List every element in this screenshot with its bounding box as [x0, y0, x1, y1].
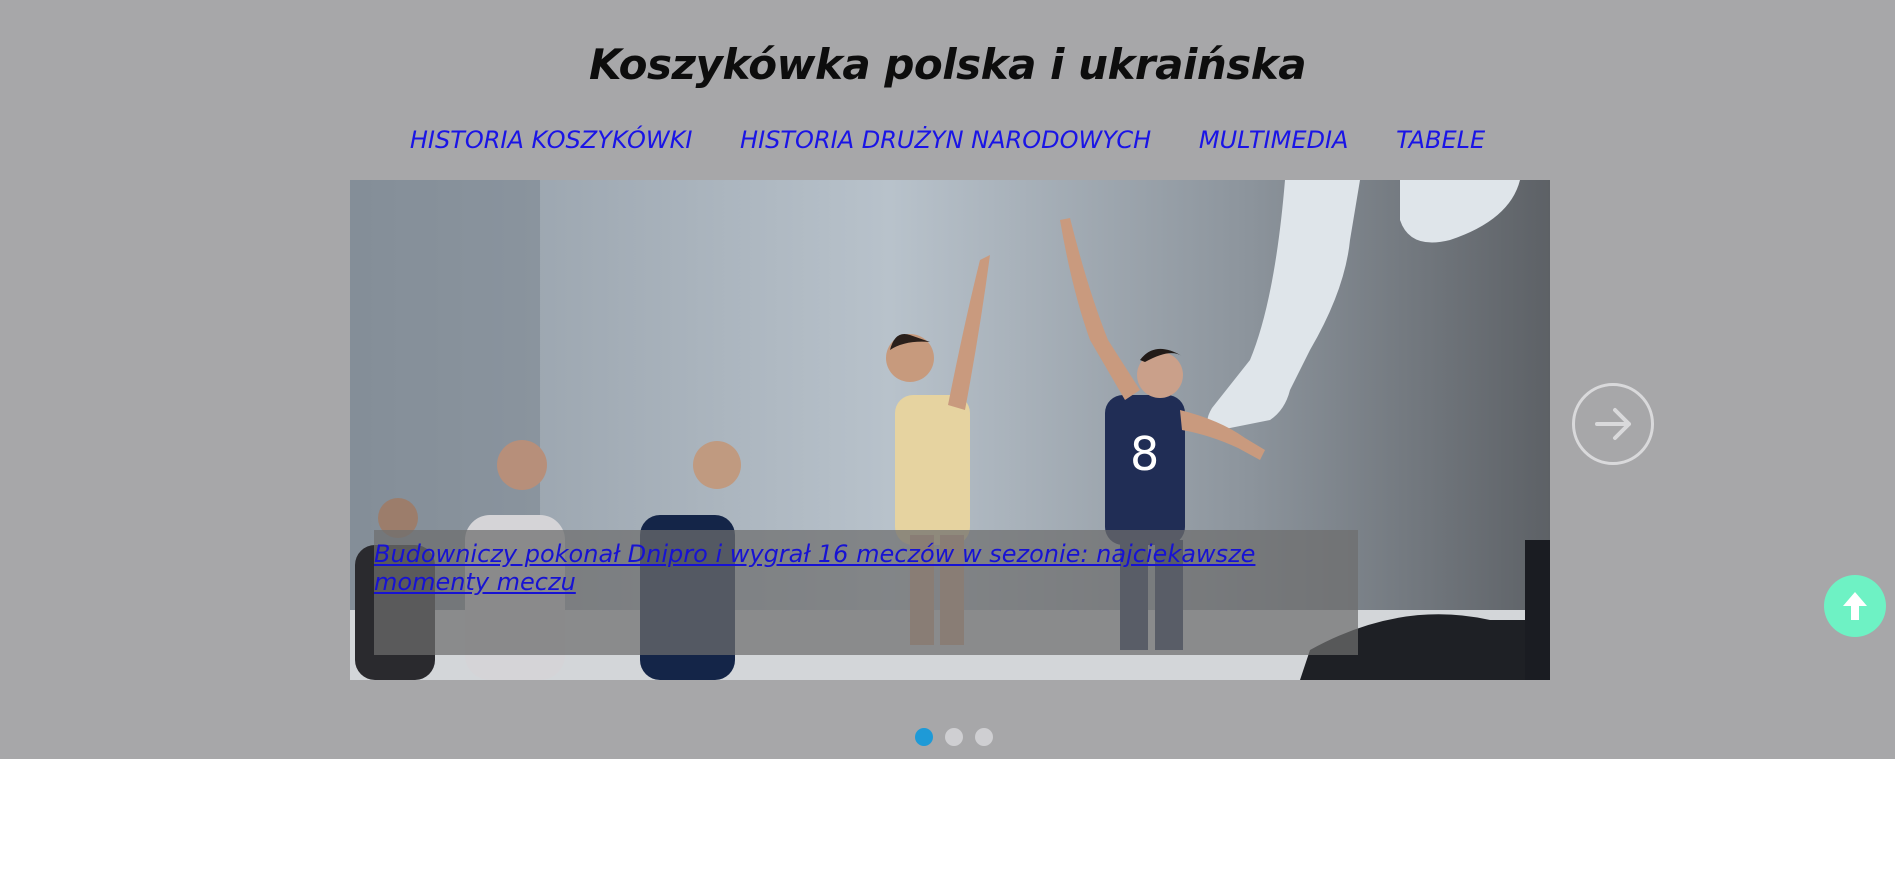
image-slider: 8 Budowniczy pokonał Dnipro i wygrał 16 … [350, 180, 1550, 680]
slider-dot-3[interactable] [975, 728, 994, 746]
hero-section: Koszykówka polska i ukraińska HISTORIA K… [0, 0, 1895, 759]
nav-item-historia-druzyn[interactable]: HISTORIA DRUŻYN NARODOWYCH [740, 126, 1151, 154]
scroll-to-top-button[interactable] [1824, 575, 1886, 637]
arrow-up-icon [1843, 592, 1867, 620]
svg-text:8: 8 [1130, 427, 1159, 481]
main-nav: HISTORIA KOSZYKÓWKI HISTORIA DRUŻYN NARO… [0, 126, 1895, 154]
slider-dot-2[interactable] [945, 728, 964, 746]
slider-pagination [915, 728, 1000, 748]
slider-next-button[interactable] [1572, 383, 1654, 465]
slide-caption-box: Budowniczy pokonał Dnipro i wygrał 16 me… [374, 530, 1358, 655]
nav-item-tabele[interactable]: TABELE [1396, 126, 1485, 154]
site-title: Koszykówka polska i ukraińska [588, 40, 1307, 89]
slider-dot-1[interactable] [915, 728, 933, 746]
arrow-right-icon [1595, 408, 1631, 440]
nav-item-multimedia[interactable]: MULTIMEDIA [1199, 126, 1349, 154]
slide-caption-link[interactable]: Budowniczy pokonał Dnipro i wygrał 16 me… [374, 530, 1358, 596]
nav-item-historia-koszykowki[interactable]: HISTORIA KOSZYKÓWKI [410, 126, 693, 154]
